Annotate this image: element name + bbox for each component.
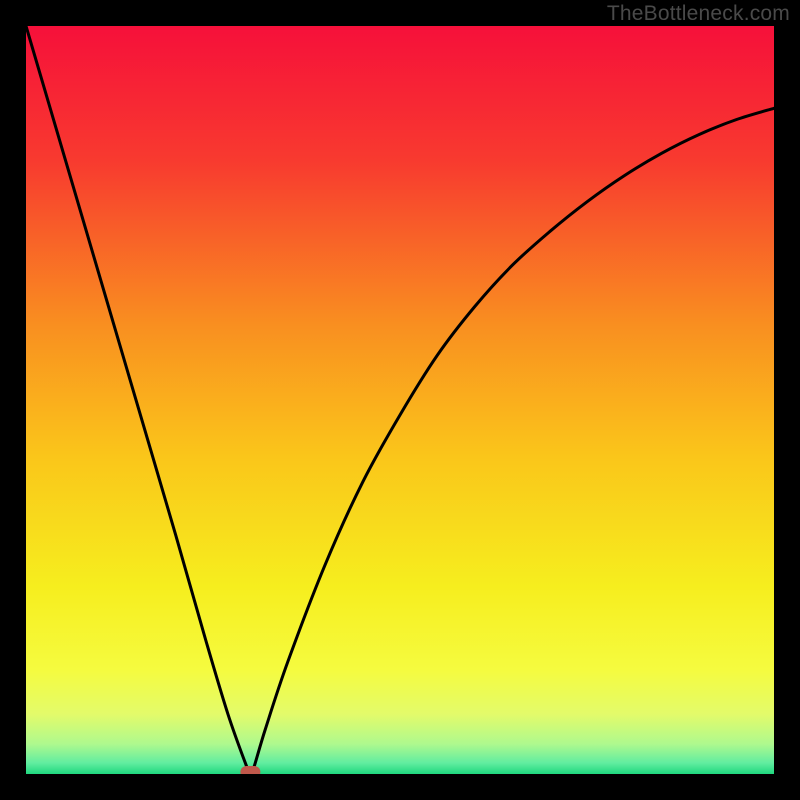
chart-svg <box>26 26 774 774</box>
plot-area <box>26 26 774 774</box>
watermark-text: TheBottleneck.com <box>607 2 790 26</box>
chart-frame: TheBottleneck.com <box>0 0 800 800</box>
min-marker <box>240 766 260 774</box>
gradient-background <box>26 26 774 774</box>
